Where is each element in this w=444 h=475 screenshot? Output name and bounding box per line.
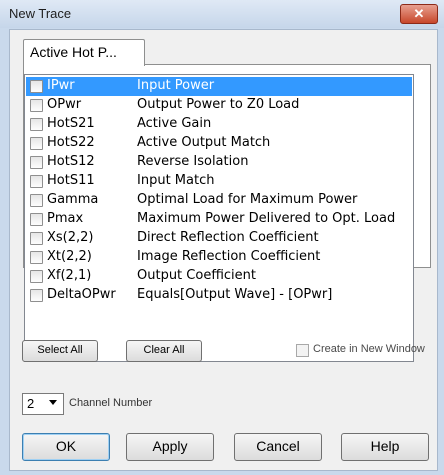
list-item[interactable]: Xs(2,2) Direct Reflection Coefficient <box>26 229 412 248</box>
trace-name: Gamma <box>47 192 99 207</box>
list-item[interactable]: IPwr Input Power <box>26 77 412 96</box>
trace-description: Input Power <box>137 78 215 93</box>
trace-description: Output Power to Z0 Load <box>137 97 300 112</box>
trace-description: Output Coefficient <box>137 268 256 283</box>
trace-description: Active Gain <box>137 116 212 131</box>
help-button[interactable]: Help <box>341 433 429 461</box>
trace-name: HotS21 <box>47 116 95 131</box>
list-item[interactable]: Xt(2,2) Image Reflection Coefficient <box>26 248 412 267</box>
list-item[interactable]: HotS22 Active Output Match <box>26 134 412 153</box>
trace-list[interactable]: IPwr Input Power OPwr Output Power to Z0 Lo… <box>24 74 414 362</box>
trace-name: Xt(2,2) <box>47 249 92 264</box>
list-item-checkbox[interactable] <box>30 156 43 169</box>
trace-description: Direct Reflection Coefficient <box>137 230 319 245</box>
chevron-down-icon <box>49 400 57 405</box>
trace-description: Maximum Power Delivered to Opt. Load <box>137 211 396 226</box>
apply-button[interactable]: Apply <box>126 433 214 461</box>
trace-name: HotS22 <box>47 135 95 150</box>
create-in-new-window-box[interactable] <box>296 344 309 357</box>
list-item[interactable]: HotS12 Reverse Isolation <box>26 153 412 172</box>
list-item-checkbox[interactable] <box>30 80 43 93</box>
trace-name: HotS11 <box>47 173 95 188</box>
tab-label: Active Hot P... <box>30 44 117 60</box>
list-item-checkbox[interactable] <box>30 289 43 302</box>
tab-active-hot-parameters[interactable]: Active Hot P... <box>23 39 145 66</box>
list-item-checkbox[interactable] <box>30 232 43 245</box>
close-icon: ✕ <box>413 6 425 21</box>
title-bar: New Trace ✕ <box>0 0 444 28</box>
trace-description: Active Output Match <box>137 135 271 150</box>
trace-name: IPwr <box>47 78 75 93</box>
list-item[interactable]: Pmax Maximum Power Delivered to Opt. Load <box>26 210 412 229</box>
create-in-new-window-label: Create in New Window <box>313 343 425 355</box>
list-item[interactable]: HotS21 Active Gain <box>26 115 412 134</box>
select-all-button[interactable]: Select All <box>22 340 98 362</box>
trace-name: Pmax <box>47 211 84 226</box>
channel-number-value: 2 <box>27 396 35 411</box>
ok-button[interactable]: OK <box>22 433 110 461</box>
trace-description: Equals[Output Wave] - [OPwr] <box>137 287 333 302</box>
list-item[interactable]: DeltaOPwr Equals[Output Wave] - [OPwr] <box>26 286 412 305</box>
close-button[interactable]: ✕ <box>400 4 438 24</box>
trace-description: Image Reflection Coefficient <box>137 249 321 264</box>
list-item[interactable]: Gamma Optimal Load for Maximum Power <box>26 191 412 210</box>
list-item-checkbox[interactable] <box>30 213 43 226</box>
trace-description: Optimal Load for Maximum Power <box>137 192 358 207</box>
list-item-checkbox[interactable] <box>30 137 43 150</box>
channel-number-select[interactable]: 2 <box>22 393 64 415</box>
trace-name: OPwr <box>47 97 82 112</box>
trace-name: HotS12 <box>47 154 95 169</box>
list-item-checkbox[interactable] <box>30 194 43 207</box>
window-title: New Trace <box>9 6 72 21</box>
list-item-checkbox[interactable] <box>30 270 43 283</box>
list-item-checkbox[interactable] <box>30 251 43 264</box>
clear-all-button[interactable]: Clear All <box>126 340 202 362</box>
cancel-button[interactable]: Cancel <box>234 433 322 461</box>
dialog-client: Active Hot P... IPwr Input Power OPwr Outpu… <box>9 29 438 471</box>
list-item-checkbox[interactable] <box>30 118 43 131</box>
channel-number-label: Channel Number <box>69 397 153 409</box>
list-item-checkbox[interactable] <box>30 175 43 188</box>
list-item[interactable]: HotS11 Input Match <box>26 172 412 191</box>
trace-description: Reverse Isolation <box>137 154 249 169</box>
trace-name: Xf(2,1) <box>47 268 92 283</box>
list-item-checkbox[interactable] <box>30 99 43 112</box>
trace-name: DeltaOPwr <box>47 287 116 302</box>
list-item[interactable]: Xf(2,1) Output Coefficient <box>26 267 412 286</box>
list-item[interactable]: OPwr Output Power to Z0 Load <box>26 96 412 115</box>
trace-description: Input Match <box>137 173 215 188</box>
trace-name: Xs(2,2) <box>47 230 94 245</box>
